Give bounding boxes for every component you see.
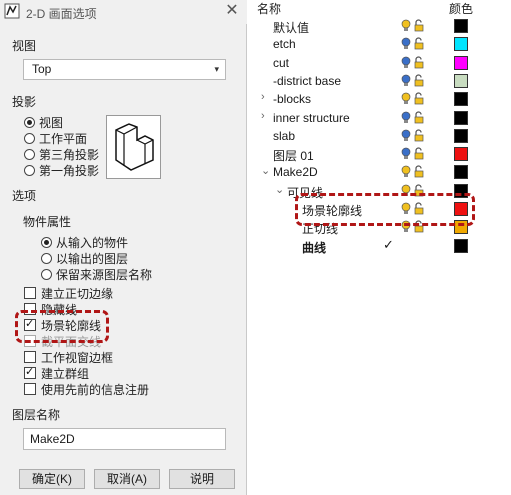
radio-third-angle[interactable] — [24, 149, 35, 160]
radio-output-layer-label: 以输出的图层 — [56, 252, 129, 266]
projection-section-label: 投影 — [12, 95, 37, 109]
view-select[interactable]: Top ▾ — [23, 59, 226, 80]
checkbox-previous-info-label: 使用先前的信息注册 — [41, 383, 150, 397]
radio-third-angle-label: 第三角投影 — [39, 148, 100, 162]
lightbulb-icon[interactable] — [400, 165, 412, 179]
column-header-color[interactable]: 颜色 — [449, 0, 473, 17]
layers-panel: 名称 颜色 默认值 etch cut -district base › -blocks › i… — [247, 0, 511, 495]
layer-color-swatch[interactable] — [454, 92, 468, 107]
layer-row[interactable]: › -blocks — [247, 90, 511, 108]
lightbulb-icon[interactable] — [400, 147, 412, 161]
layer-row[interactable]: cut — [247, 54, 511, 72]
layer-name[interactable]: 图层 01 — [273, 147, 314, 164]
radio-cplane-label: 工作平面 — [39, 132, 88, 146]
unlock-icon[interactable] — [413, 129, 425, 143]
radio-keep-source-layer-label: 保留来源图层名称 — [56, 268, 153, 282]
layer-row[interactable]: ⌄ Make2D — [247, 163, 511, 181]
unlock-icon[interactable] — [413, 110, 425, 125]
layer-name[interactable]: etch — [273, 37, 296, 51]
radio-from-input-label: 从输入的物件 — [56, 236, 129, 250]
checkbox-tangent-edges-label: 建立正切边缘 — [41, 287, 114, 301]
layer-color-swatch[interactable] — [454, 73, 468, 88]
radio-first-angle[interactable] — [24, 165, 35, 176]
make2d-dialog: 2-D 画面选项 ✕ 视图 Top ▾ 投影 视图 工作平面 第三角投影 第一角… — [0, 0, 247, 495]
view-select-value: Top — [32, 62, 52, 76]
unlock-icon[interactable] — [413, 19, 425, 33]
chevron-down-icon: ▾ — [214, 64, 219, 74]
projection-preview-image — [106, 115, 161, 179]
projection-shape-icon — [115, 123, 154, 171]
layer-name[interactable]: 曲线 — [302, 239, 326, 256]
lightbulb-icon[interactable] — [400, 37, 412, 51]
radio-cplane[interactable] — [24, 133, 35, 144]
layer-row[interactable]: › inner structure — [247, 109, 511, 127]
view-section-label: 视图 — [12, 39, 37, 53]
layer-row[interactable]: 曲线 ✓ — [247, 237, 511, 255]
unlock-icon[interactable] — [413, 165, 425, 179]
lightbulb-icon[interactable] — [400, 74, 412, 88]
layer-name[interactable]: inner structure — [273, 111, 350, 125]
lightbulb-icon[interactable] — [400, 92, 412, 106]
chevron-down-icon[interactable]: ⌄ — [275, 183, 284, 196]
unlock-icon[interactable] — [413, 56, 425, 70]
rhino-app-icon — [4, 3, 20, 19]
layer-color-swatch[interactable] — [454, 147, 468, 162]
chevron-down-icon[interactable]: ⌄ — [261, 164, 270, 177]
layer-row[interactable]: -district base — [247, 72, 511, 90]
radio-first-angle-label: 第一角投影 — [39, 164, 100, 178]
layer-name[interactable]: slab — [273, 129, 295, 143]
layer-name-label: 图层名称 — [12, 408, 61, 422]
help-button[interactable]: 说明 — [169, 469, 235, 489]
current-layer-check-icon: ✓ — [383, 236, 394, 252]
lightbulb-icon[interactable] — [400, 111, 412, 125]
unlock-icon[interactable] — [413, 147, 425, 161]
radio-keep-source-layer[interactable] — [41, 269, 52, 280]
layer-row[interactable]: 图层 01 — [247, 145, 511, 163]
lightbulb-icon[interactable] — [400, 129, 412, 143]
layer-color-swatch[interactable] — [454, 110, 468, 125]
ok-button[interactable]: 确定(K) — [19, 469, 85, 489]
radio-view[interactable] — [24, 117, 35, 128]
unlock-icon[interactable] — [413, 37, 425, 51]
close-icon[interactable]: ✕ — [222, 2, 242, 20]
layer-color-swatch[interactable] — [454, 128, 468, 143]
layer-name[interactable]: cut — [273, 56, 289, 70]
layer-name[interactable]: -blocks — [273, 92, 311, 106]
radio-from-input[interactable] — [41, 237, 52, 248]
radio-output-layer[interactable] — [41, 253, 52, 264]
lightbulb-icon[interactable] — [400, 56, 412, 70]
layer-color-swatch[interactable] — [454, 19, 468, 33]
checkbox-create-group[interactable] — [24, 365, 36, 379]
unlock-icon[interactable] — [413, 74, 425, 88]
layer-color-swatch[interactable] — [454, 165, 468, 180]
cancel-button[interactable]: 取消(A) — [94, 469, 160, 489]
layer-name[interactable]: -district base — [273, 74, 341, 88]
chevron-right-icon[interactable]: › — [261, 91, 265, 103]
checkbox-viewport-border-label: 工作视窗边框 — [41, 351, 114, 365]
options-section-label: 选项 — [12, 189, 37, 203]
checkbox-viewport-border[interactable] — [24, 351, 36, 363]
lightbulb-icon[interactable] — [400, 19, 412, 33]
checkbox-tangent-edges[interactable] — [24, 287, 36, 299]
title-bar: 2-D 画面选项 ✕ — [0, 0, 247, 24]
layer-name-input[interactable]: Make2D — [23, 428, 226, 450]
dialog-title: 2-D 画面选项 — [26, 7, 97, 21]
layer-name[interactable]: 默认值 — [273, 19, 309, 36]
checkbox-create-group-label: 建立群组 — [41, 367, 90, 381]
layer-color-swatch[interactable] — [454, 37, 468, 52]
checkbox-previous-info[interactable] — [24, 383, 36, 395]
highlight-dashed-box-layers — [295, 193, 475, 226]
column-header-name[interactable]: 名称 — [257, 0, 281, 17]
layer-color-swatch[interactable] — [454, 238, 468, 253]
layer-name[interactable]: Make2D — [273, 165, 318, 179]
object-properties-label: 物件属性 — [23, 215, 72, 229]
highlight-dashed-box-dialog — [15, 310, 109, 343]
layer-row[interactable]: 默认值 — [247, 17, 511, 35]
chevron-right-icon[interactable]: › — [261, 110, 265, 122]
unlock-icon[interactable] — [413, 92, 425, 106]
layer-color-swatch[interactable] — [454, 55, 468, 70]
layer-row[interactable]: slab — [247, 127, 511, 145]
radio-view-label: 视图 — [39, 116, 64, 130]
layer-row[interactable]: etch — [247, 35, 511, 53]
